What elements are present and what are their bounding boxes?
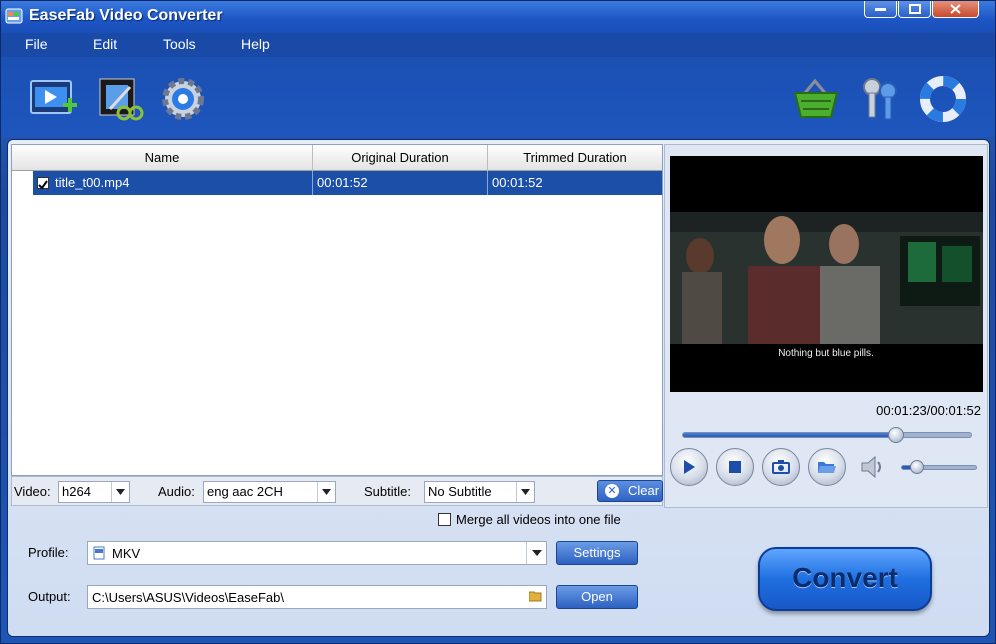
settings-button[interactable]: Settings: [556, 541, 638, 565]
checkmark-icon: [38, 180, 48, 190]
video-subtitle: Nothing but blue pills.: [778, 348, 874, 359]
shop-basket-icon[interactable]: [791, 75, 841, 123]
row-original-duration: 00:01:52: [317, 175, 368, 190]
folder-icon[interactable]: [529, 591, 542, 602]
chevron-down-icon: [516, 482, 534, 502]
stop-button[interactable]: [716, 448, 754, 486]
clear-x-icon: ✕: [605, 484, 619, 498]
menu-edit[interactable]: Edit: [93, 36, 117, 52]
add-video-icon[interactable]: [29, 75, 79, 123]
video-select[interactable]: h264: [58, 481, 130, 503]
volume-slider[interactable]: [901, 460, 977, 474]
audio-select[interactable]: eng aac 2CH: [203, 481, 336, 503]
window-title: EaseFab Video Converter: [29, 7, 223, 24]
video-label: Video:: [14, 484, 51, 499]
clear-button-label: Clear: [628, 483, 660, 498]
menu-help[interactable]: Help: [241, 36, 270, 52]
main-panel: Name Original Duration Trimmed Duration …: [7, 139, 990, 637]
close-icon: [950, 4, 961, 14]
output-path-field[interactable]: C:\Users\ASUS\Videos\EaseFab\: [87, 585, 547, 609]
maximize-button[interactable]: [898, 1, 931, 18]
audio-select-value: eng aac 2CH: [207, 484, 283, 499]
list-header: Name Original Duration Trimmed Duration: [12, 145, 662, 171]
camera-icon: [772, 460, 790, 474]
menu-tools[interactable]: Tools: [163, 36, 196, 52]
play-button[interactable]: [670, 448, 708, 486]
row-trimmed-duration: 00:01:52: [492, 175, 543, 190]
stream-selector-bar: Video: h264 Audio: eng aac 2CH Subtitle:…: [11, 476, 663, 506]
minimize-button[interactable]: [864, 1, 897, 18]
column-original-duration[interactable]: Original Duration: [313, 145, 488, 171]
table-row[interactable]: title_t00.mp4 00:01:52 00:01:52: [33, 171, 662, 195]
subtitle-label: Subtitle:: [364, 484, 411, 499]
stop-icon: [729, 461, 741, 473]
video-still-image: Nothing but blue pills.: [670, 212, 983, 359]
subtitle-select-value: No Subtitle: [428, 484, 492, 499]
output-label: Output:: [28, 589, 71, 604]
chevron-down-icon: [526, 542, 546, 564]
convert-button[interactable]: Convert: [758, 547, 932, 611]
profile-select[interactable]: MKV: [87, 541, 547, 565]
seek-slider[interactable]: [682, 427, 972, 443]
video-preview[interactable]: Nothing but blue pills.: [670, 156, 983, 392]
app-window: EaseFab Video Converter File Edit Tools …: [0, 0, 996, 644]
row-checkbox[interactable]: [37, 177, 49, 190]
maximize-icon: [908, 4, 921, 14]
column-name[interactable]: Name: [12, 145, 313, 171]
chevron-down-icon: [111, 482, 129, 502]
seek-handle[interactable]: [888, 427, 905, 443]
minimize-icon: [875, 8, 886, 11]
folder-open-icon: [818, 462, 836, 473]
merge-checkbox[interactable]: [438, 513, 451, 526]
help-lifebuoy-icon[interactable]: [919, 75, 969, 123]
video-select-value: h264: [62, 484, 91, 499]
toolbar: [1, 57, 995, 137]
play-icon: [684, 460, 695, 474]
output-path-value: C:\Users\ASUS\Videos\EaseFab\: [92, 590, 284, 605]
snapshot-button[interactable]: [762, 448, 800, 486]
chevron-down-icon: [317, 482, 335, 502]
open-button[interactable]: Open: [556, 585, 638, 609]
clear-button[interactable]: ✕ Clear: [597, 480, 663, 502]
row-file-name: title_t00.mp4: [55, 175, 130, 190]
audio-label: Audio:: [158, 484, 195, 499]
format-file-icon: [93, 546, 105, 560]
profile-value: MKV: [112, 546, 141, 561]
open-folder-button[interactable]: [808, 448, 846, 486]
merge-label[interactable]: Merge all videos into one file: [456, 512, 621, 527]
edit-video-icon[interactable]: [96, 75, 146, 123]
subtitle-select[interactable]: No Subtitle: [424, 481, 535, 503]
volume-icon[interactable]: [859, 454, 887, 480]
seek-progress: [683, 433, 897, 437]
register-keys-icon[interactable]: [856, 75, 906, 123]
settings-gear-icon[interactable]: [159, 75, 209, 123]
file-list[interactable]: Name Original Duration Trimmed Duration …: [11, 144, 663, 476]
menu-bar: File Edit Tools Help: [1, 33, 995, 57]
preview-panel: Nothing but blue pills. 00:01:23/00:01:5…: [664, 144, 988, 508]
volume-handle[interactable]: [909, 460, 924, 474]
time-readout: 00:01:23/00:01:52: [876, 403, 981, 418]
close-button[interactable]: [932, 1, 979, 18]
title-bar[interactable]: EaseFab Video Converter: [1, 1, 995, 33]
app-logo-icon: [5, 8, 23, 24]
column-trimmed-duration[interactable]: Trimmed Duration: [488, 145, 662, 171]
profile-label: Profile:: [28, 545, 69, 560]
menu-file[interactable]: File: [25, 36, 48, 52]
